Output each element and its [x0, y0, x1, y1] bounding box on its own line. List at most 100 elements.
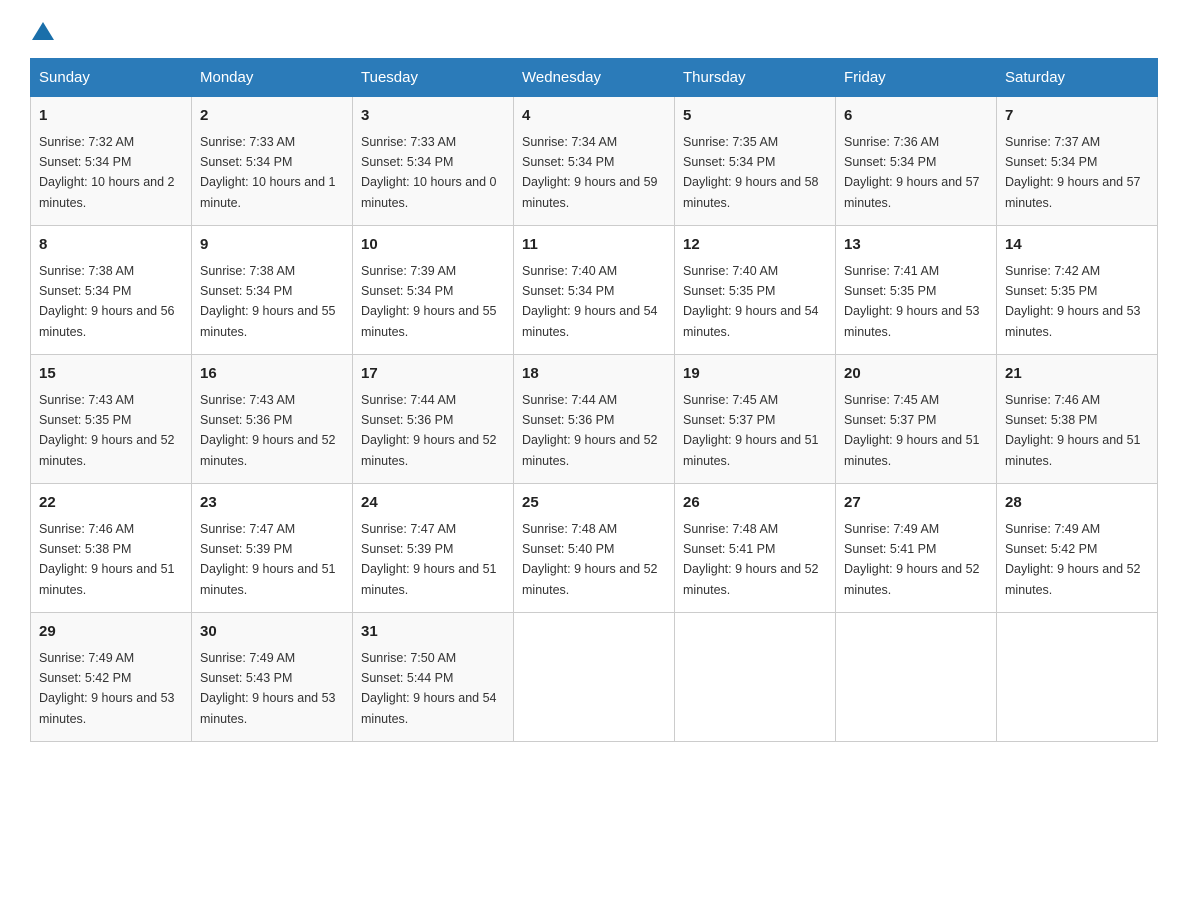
calendar-table: SundayMondayTuesdayWednesdayThursdayFrid… [30, 58, 1158, 742]
day-info: Sunrise: 7:43 AMSunset: 5:36 PMDaylight:… [200, 393, 336, 468]
calendar-cell: 3 Sunrise: 7:33 AMSunset: 5:34 PMDaylight… [353, 97, 514, 226]
calendar-cell [675, 613, 836, 742]
calendar-cell: 16 Sunrise: 7:43 AMSunset: 5:36 PMDayligh… [192, 355, 353, 484]
calendar-cell: 18 Sunrise: 7:44 AMSunset: 5:36 PMDayligh… [514, 355, 675, 484]
day-info: Sunrise: 7:47 AMSunset: 5:39 PMDaylight:… [200, 522, 336, 597]
day-number: 4 [522, 105, 666, 128]
day-info: Sunrise: 7:41 AMSunset: 5:35 PMDaylight:… [844, 264, 980, 339]
day-info: Sunrise: 7:47 AMSunset: 5:39 PMDaylight:… [361, 522, 497, 597]
day-number: 2 [200, 105, 344, 128]
day-info: Sunrise: 7:33 AMSunset: 5:34 PMDaylight:… [361, 135, 497, 210]
day-number: 12 [683, 234, 827, 257]
day-info: Sunrise: 7:44 AMSunset: 5:36 PMDaylight:… [361, 393, 497, 468]
calendar-cell: 21Sunrise: 7:46 AMSunset: 5:38 PMDayligh… [997, 355, 1158, 484]
calendar-week-row: 8 Sunrise: 7:38 AMSunset: 5:34 PMDaylight… [31, 226, 1158, 355]
calendar-cell: 30 Sunrise: 7:49 AMSunset: 5:43 PMDayligh… [192, 613, 353, 742]
day-number: 5 [683, 105, 827, 128]
day-number: 29 [39, 621, 183, 644]
day-number: 13 [844, 234, 988, 257]
day-info: Sunrise: 7:42 AMSunset: 5:35 PMDaylight:… [1005, 264, 1141, 339]
day-info: Sunrise: 7:40 AMSunset: 5:35 PMDaylight:… [683, 264, 819, 339]
day-number: 6 [844, 105, 988, 128]
day-number: 24 [361, 492, 505, 515]
day-number: 14 [1005, 234, 1149, 257]
calendar-cell: 11 Sunrise: 7:40 AMSunset: 5:34 PMDayligh… [514, 226, 675, 355]
calendar-cell: 13 Sunrise: 7:41 AMSunset: 5:35 PMDayligh… [836, 226, 997, 355]
day-number: 23 [200, 492, 344, 515]
day-info: Sunrise: 7:34 AMSunset: 5:34 PMDaylight:… [522, 135, 658, 210]
day-info: Sunrise: 7:50 AMSunset: 5:44 PMDaylight:… [361, 651, 497, 726]
day-info: Sunrise: 7:45 AMSunset: 5:37 PMDaylight:… [844, 393, 980, 468]
day-number: 11 [522, 234, 666, 257]
day-number: 20 [844, 363, 988, 386]
calendar-cell: 27 Sunrise: 7:49 AMSunset: 5:41 PMDayligh… [836, 484, 997, 613]
calendar-cell: 1 Sunrise: 7:32 AMSunset: 5:34 PMDaylight… [31, 97, 192, 226]
day-info: Sunrise: 7:40 AMSunset: 5:34 PMDaylight:… [522, 264, 658, 339]
day-number: 10 [361, 234, 505, 257]
calendar-cell: 23 Sunrise: 7:47 AMSunset: 5:39 PMDayligh… [192, 484, 353, 613]
calendar-cell: 26Sunrise: 7:48 AMSunset: 5:41 PMDayligh… [675, 484, 836, 613]
calendar-cell: 7 Sunrise: 7:37 AMSunset: 5:34 PMDaylight… [997, 97, 1158, 226]
calendar-cell [997, 613, 1158, 742]
calendar-cell: 8 Sunrise: 7:38 AMSunset: 5:34 PMDaylight… [31, 226, 192, 355]
day-number: 19 [683, 363, 827, 386]
calendar-week-row: 1 Sunrise: 7:32 AMSunset: 5:34 PMDaylight… [31, 97, 1158, 226]
day-number: 7 [1005, 105, 1149, 128]
day-number: 31 [361, 621, 505, 644]
day-number: 3 [361, 105, 505, 128]
calendar-cell: 5 Sunrise: 7:35 AMSunset: 5:34 PMDaylight… [675, 97, 836, 226]
calendar-cell: 9Sunrise: 7:38 AMSunset: 5:34 PMDaylight… [192, 226, 353, 355]
calendar-week-row: 22 Sunrise: 7:46 AMSunset: 5:38 PMDayligh… [31, 484, 1158, 613]
calendar-cell: 2 Sunrise: 7:33 AMSunset: 5:34 PMDaylight… [192, 97, 353, 226]
day-number: 17 [361, 363, 505, 386]
day-info: Sunrise: 7:38 AMSunset: 5:34 PMDaylight:… [39, 264, 175, 339]
day-info: Sunrise: 7:48 AMSunset: 5:41 PMDaylight:… [683, 522, 819, 597]
calendar-cell: 19Sunrise: 7:45 AMSunset: 5:37 PMDayligh… [675, 355, 836, 484]
calendar-week-row: 29 Sunrise: 7:49 AMSunset: 5:42 PMDayligh… [31, 613, 1158, 742]
day-info: Sunrise: 7:49 AMSunset: 5:42 PMDaylight:… [39, 651, 175, 726]
calendar-cell: 20 Sunrise: 7:45 AMSunset: 5:37 PMDayligh… [836, 355, 997, 484]
calendar-cell: 10Sunrise: 7:39 AMSunset: 5:34 PMDayligh… [353, 226, 514, 355]
weekday-header-friday: Friday [836, 59, 997, 97]
day-number: 25 [522, 492, 666, 515]
calendar-cell: 17 Sunrise: 7:44 AMSunset: 5:36 PMDayligh… [353, 355, 514, 484]
day-info: Sunrise: 7:36 AMSunset: 5:34 PMDaylight:… [844, 135, 980, 210]
day-info: Sunrise: 7:49 AMSunset: 5:43 PMDaylight:… [200, 651, 336, 726]
day-number: 28 [1005, 492, 1149, 515]
weekday-header-tuesday: Tuesday [353, 59, 514, 97]
day-number: 16 [200, 363, 344, 386]
calendar-week-row: 15 Sunrise: 7:43 AMSunset: 5:35 PMDayligh… [31, 355, 1158, 484]
day-info: Sunrise: 7:43 AMSunset: 5:35 PMDaylight:… [39, 393, 175, 468]
day-info: Sunrise: 7:49 AMSunset: 5:42 PMDaylight:… [1005, 522, 1141, 597]
calendar-cell: 31 Sunrise: 7:50 AMSunset: 5:44 PMDayligh… [353, 613, 514, 742]
weekday-header-wednesday: Wednesday [514, 59, 675, 97]
calendar-cell: 12 Sunrise: 7:40 AMSunset: 5:35 PMDayligh… [675, 226, 836, 355]
calendar-cell: 22 Sunrise: 7:46 AMSunset: 5:38 PMDayligh… [31, 484, 192, 613]
weekday-header-thursday: Thursday [675, 59, 836, 97]
day-number: 8 [39, 234, 183, 257]
day-number: 18 [522, 363, 666, 386]
day-info: Sunrise: 7:32 AMSunset: 5:34 PMDaylight:… [39, 135, 175, 210]
day-info: Sunrise: 7:48 AMSunset: 5:40 PMDaylight:… [522, 522, 658, 597]
day-number: 27 [844, 492, 988, 515]
calendar-cell: 4 Sunrise: 7:34 AMSunset: 5:34 PMDaylight… [514, 97, 675, 226]
day-number: 30 [200, 621, 344, 644]
day-info: Sunrise: 7:49 AMSunset: 5:41 PMDaylight:… [844, 522, 980, 597]
day-info: Sunrise: 7:44 AMSunset: 5:36 PMDaylight:… [522, 393, 658, 468]
calendar-cell [514, 613, 675, 742]
day-info: Sunrise: 7:37 AMSunset: 5:34 PMDaylight:… [1005, 135, 1141, 210]
day-info: Sunrise: 7:46 AMSunset: 5:38 PMDaylight:… [39, 522, 175, 597]
page-header [30, 20, 1158, 42]
day-number: 1 [39, 105, 183, 128]
day-info: Sunrise: 7:35 AMSunset: 5:34 PMDaylight:… [683, 135, 819, 210]
calendar-cell: 24 Sunrise: 7:47 AMSunset: 5:39 PMDayligh… [353, 484, 514, 613]
weekday-header-sunday: Sunday [31, 59, 192, 97]
weekday-header-row: SundayMondayTuesdayWednesdayThursdayFrid… [31, 59, 1158, 97]
day-number: 9 [200, 234, 344, 257]
logo-triangle-icon [32, 20, 54, 42]
calendar-cell: 15 Sunrise: 7:43 AMSunset: 5:35 PMDayligh… [31, 355, 192, 484]
day-info: Sunrise: 7:33 AMSunset: 5:34 PMDaylight:… [200, 135, 336, 210]
day-number: 22 [39, 492, 183, 515]
calendar-cell [836, 613, 997, 742]
day-number: 15 [39, 363, 183, 386]
